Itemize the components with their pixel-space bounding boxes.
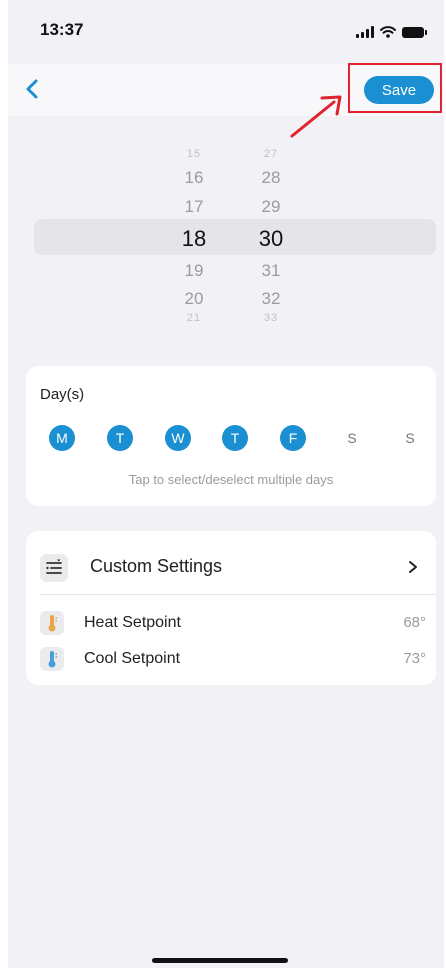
hour-option[interactable]: 15 (164, 148, 224, 160)
divider (40, 594, 436, 595)
day-toggle-monday[interactable]: M (49, 425, 75, 451)
custom-settings-row[interactable]: Custom Settings (26, 531, 436, 593)
cool-setpoint-row[interactable]: Cool Setpoint 73° (26, 645, 436, 675)
day-toggle-tuesday[interactable]: T (107, 425, 133, 451)
status-time: 13:37 (40, 20, 84, 39)
time-picker[interactable]: 15 16 17 18 19 20 21 27 28 29 30 31 32 3… (34, 142, 436, 338)
heat-setpoint-value: 68° (403, 614, 426, 631)
day-toggle-saturday[interactable]: S (339, 425, 365, 451)
minute-option[interactable]: 31 (241, 261, 301, 281)
battery-icon (402, 27, 427, 38)
days-hint: Tap to select/deselect multiple days (128, 472, 334, 487)
thermometer-cool-icon (40, 647, 64, 671)
status-bar: 13:37 (8, 0, 444, 62)
highlight-box (348, 63, 442, 113)
chevron-right-icon (409, 561, 417, 573)
day-toggle-friday[interactable]: F (280, 425, 306, 451)
back-button[interactable] (18, 74, 48, 104)
home-indicator[interactable] (152, 958, 288, 963)
red-arrow-icon (290, 95, 342, 138)
list-settings-icon (40, 554, 68, 582)
heat-setpoint-row[interactable]: Heat Setpoint 68° (26, 609, 436, 639)
hour-option[interactable]: 17 (164, 197, 224, 217)
thermometer-heat-icon (40, 611, 64, 635)
minute-option[interactable]: 29 (241, 197, 301, 217)
hour-selected[interactable]: 18 (164, 226, 224, 252)
picker-selection-band (34, 219, 436, 255)
phone-screen: 13:37 Save 15 16 17 18 19 20 21 27 28 29… (8, 0, 444, 968)
status-icons (356, 24, 427, 38)
minute-option[interactable]: 33 (241, 312, 301, 324)
wifi-icon (380, 26, 396, 38)
days-card: Day(s) M T W T F S S Tap to select/desel… (26, 366, 436, 506)
days-title: Day(s) (40, 386, 85, 403)
day-toggle-sunday[interactable]: S (397, 425, 423, 451)
hour-option[interactable]: 19 (164, 261, 224, 281)
minute-selected[interactable]: 30 (241, 226, 301, 252)
hour-option[interactable]: 16 (164, 168, 224, 188)
heat-setpoint-label: Heat Setpoint (84, 614, 181, 631)
hour-option[interactable]: 21 (164, 312, 224, 324)
chevron-left-icon (26, 79, 38, 99)
settings-card: Custom Settings Heat Setpoint 68° Cool S… (26, 531, 436, 685)
minute-option[interactable]: 32 (241, 289, 301, 309)
cellular-signal-icon (356, 26, 374, 38)
minute-option[interactable]: 27 (241, 148, 301, 160)
cool-setpoint-value: 73° (403, 650, 426, 667)
custom-settings-label: Custom Settings (90, 556, 223, 576)
minute-option[interactable]: 28 (241, 168, 301, 188)
day-toggle-thursday[interactable]: T (222, 425, 248, 451)
day-toggle-wednesday[interactable]: W (165, 425, 191, 451)
hour-option[interactable]: 20 (164, 289, 224, 309)
cool-setpoint-label: Cool Setpoint (84, 650, 181, 667)
